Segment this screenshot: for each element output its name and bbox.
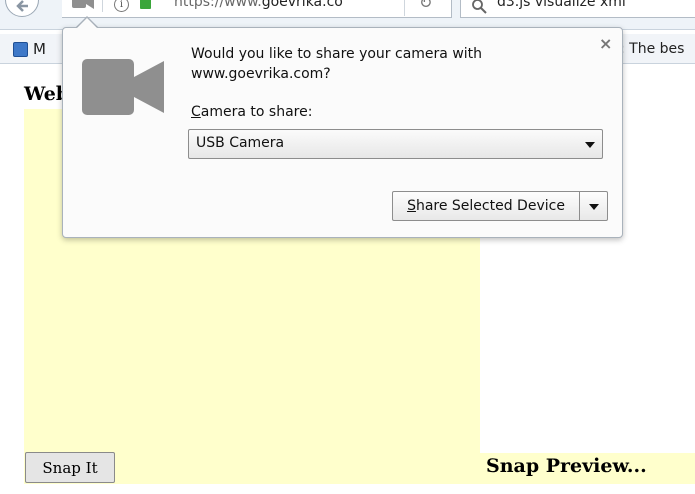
back-button[interactable] (5, 0, 39, 17)
info-icon[interactable]: i (114, 0, 129, 12)
url-separator (102, 0, 103, 12)
reload-icon[interactable]: ↻ (419, 0, 432, 12)
lock-icon[interactable] (140, 0, 151, 9)
chevron-down-icon (589, 204, 599, 210)
camera-select-value: USB Camera (196, 135, 285, 151)
snap-it-button[interactable]: Snap It (25, 452, 115, 483)
bookmark-item-right[interactable]: : The bes (620, 41, 684, 57)
popup-arrow-inner (77, 18, 97, 28)
chevron-down-icon (585, 142, 595, 148)
camera-permission-popup: Would you like to share your camera with… (62, 27, 623, 238)
url-separator (404, 0, 405, 16)
share-selected-device-button[interactable]: Share Selected Device (392, 191, 580, 221)
back-arrow-icon (16, 0, 28, 12)
search-input[interactable]: d3.js visualize xml (497, 0, 626, 10)
search-bar[interactable]: d3.js visualize xml (460, 0, 695, 18)
search-icon (472, 0, 487, 14)
url-text[interactable]: https://www.goevrika.co (174, 0, 343, 10)
snap-preview-title: Snap Preview... (486, 455, 647, 477)
share-options-dropdown-button[interactable] (579, 191, 608, 221)
camera-select[interactable]: USB Camera (188, 129, 603, 159)
close-icon[interactable]: × (599, 34, 612, 53)
camera-select-label: Camera to share: (191, 104, 313, 120)
permission-message: Would you like to share your camera with… (191, 46, 483, 82)
url-bar[interactable]: i https://www.goevrika.co ↻ (62, 0, 452, 18)
bookmark-item-label[interactable]: M (33, 40, 46, 58)
browser-toolbar: i https://www.goevrika.co ↻ d3.js visual… (0, 0, 695, 30)
camera-icon (82, 59, 164, 115)
camera-icon[interactable] (72, 0, 94, 9)
bookmark-icon[interactable] (13, 42, 28, 57)
